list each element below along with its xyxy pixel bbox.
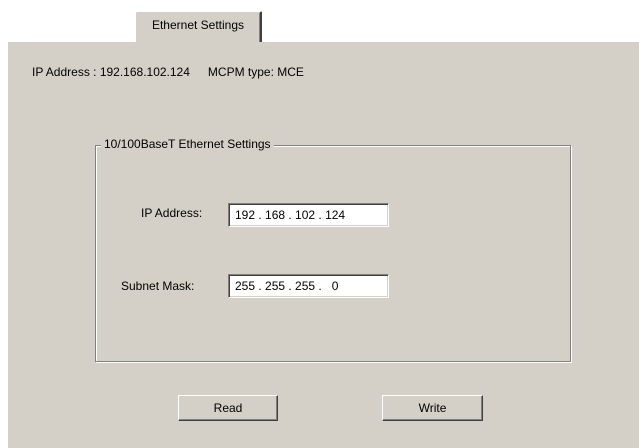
write-button-label: Write [418, 401, 447, 415]
mcpm-type-text: MCPM type: MCE [207, 65, 304, 79]
tab-strip [0, 0, 639, 41]
tab-ethernet-settings[interactable]: Ethernet Settings [135, 11, 262, 42]
current-ip-address-text: IP Address : 192.168.102.124 [32, 65, 190, 79]
subnet-mask-input[interactable]: 255 . 255 . 255 . 0 [228, 274, 389, 298]
tab-shadow-edge [259, 13, 260, 42]
read-button[interactable]: Read [178, 395, 278, 421]
write-button[interactable]: Write [382, 395, 483, 421]
tab-label: Ethernet Settings [151, 18, 245, 32]
read-button-label: Read [213, 401, 243, 415]
ip-address-label: IP Address: [141, 206, 203, 220]
status-info-line: IP Address : 192.168.102.124 MCPM type: M… [32, 65, 304, 79]
ip-address-input[interactable]: 192 . 168 . 102 . 124 [228, 203, 389, 227]
ethernet-settings-groupbox [95, 145, 571, 362]
groupbox-title: 10/100BaseT Ethernet Settings [101, 137, 274, 151]
subnet-mask-label: Subnet Mask: [121, 279, 195, 293]
